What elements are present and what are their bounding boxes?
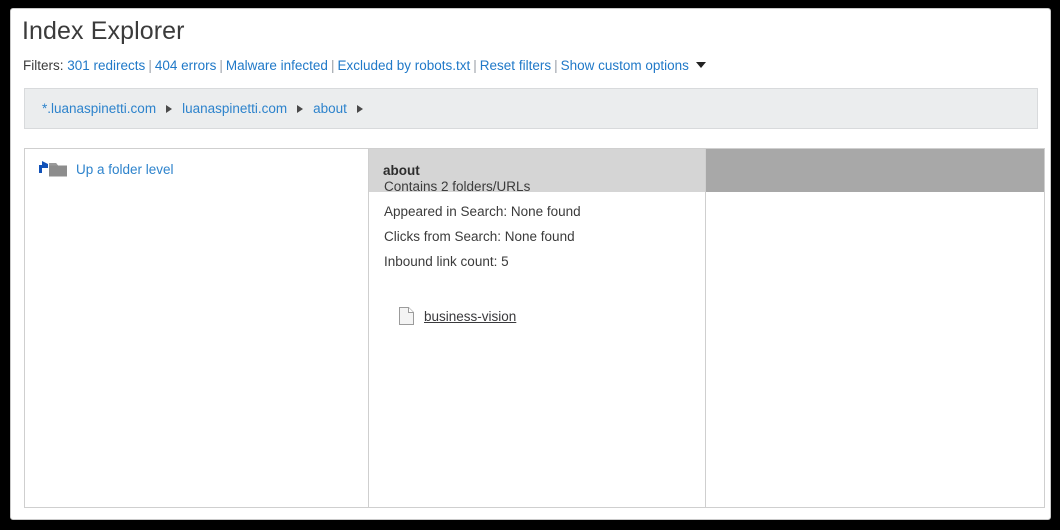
breadcrumb-item-root[interactable]: *.luanaspinetti.com (42, 101, 156, 116)
filter-malware-infected[interactable]: Malware infected (226, 58, 328, 73)
breadcrumb-bar: *.luanaspinetti.com luanaspinetti.com ab… (24, 88, 1038, 129)
explorer-pane-right (706, 149, 1044, 507)
page-icon (399, 307, 414, 325)
filters-row: Filters: 301 redirects|404 errors|Malwar… (23, 57, 706, 75)
triangle-right-icon (297, 105, 303, 113)
filter-301-redirects[interactable]: 301 redirects (67, 58, 145, 73)
up-folder-icon (37, 159, 67, 179)
up-a-folder-level-item[interactable]: Up a folder level (37, 156, 174, 182)
list-item[interactable]: business-vision (399, 304, 516, 328)
child-item-label: business-vision (424, 309, 516, 324)
filters-label: Filters: (23, 58, 64, 73)
stat-clicks-from-search: Clicks from Search: None found (384, 224, 581, 249)
page-title: Index Explorer (22, 17, 185, 46)
explorer-pane-middle: about Contains 2 folders/URLs Appeared i… (369, 149, 706, 507)
breadcrumb-item-domain[interactable]: luanaspinetti.com (182, 101, 287, 116)
filter-excluded-robots[interactable]: Excluded by robots.txt (337, 58, 470, 73)
screenshot-frame: Index Explorer Filters: 301 redirects|40… (0, 0, 1060, 530)
filter-reset[interactable]: Reset filters (480, 58, 551, 73)
explorer-pane-left: Up a folder level (25, 149, 369, 507)
up-a-folder-level-label: Up a folder level (76, 162, 174, 177)
filter-separator: | (145, 58, 155, 73)
explorer-panes: Up a folder level about Contains 2 folde… (24, 148, 1045, 508)
stat-contains: Contains 2 folders/URLs (384, 174, 581, 199)
breadcrumb-item-about[interactable]: about (313, 101, 347, 116)
filter-show-custom-options[interactable]: Show custom options (561, 58, 689, 73)
filter-separator: | (216, 58, 226, 73)
stat-appeared-in-search: Appeared in Search: None found (384, 199, 581, 224)
folder-stats: Contains 2 folders/URLs Appeared in Sear… (384, 174, 581, 274)
breadcrumb: *.luanaspinetti.com luanaspinetti.com ab… (42, 89, 373, 128)
app-page: Index Explorer Filters: 301 redirects|40… (10, 8, 1051, 520)
stat-inbound-link-count: Inbound link count: 5 (384, 249, 581, 274)
chevron-down-icon[interactable] (696, 62, 706, 68)
child-items-list: business-vision (399, 304, 516, 328)
triangle-right-icon (166, 105, 172, 113)
right-pane-header (706, 149, 1044, 192)
triangle-right-icon (357, 105, 363, 113)
filter-separator: | (551, 58, 561, 73)
filter-separator: | (470, 58, 480, 73)
filter-404-errors[interactable]: 404 errors (155, 58, 217, 73)
